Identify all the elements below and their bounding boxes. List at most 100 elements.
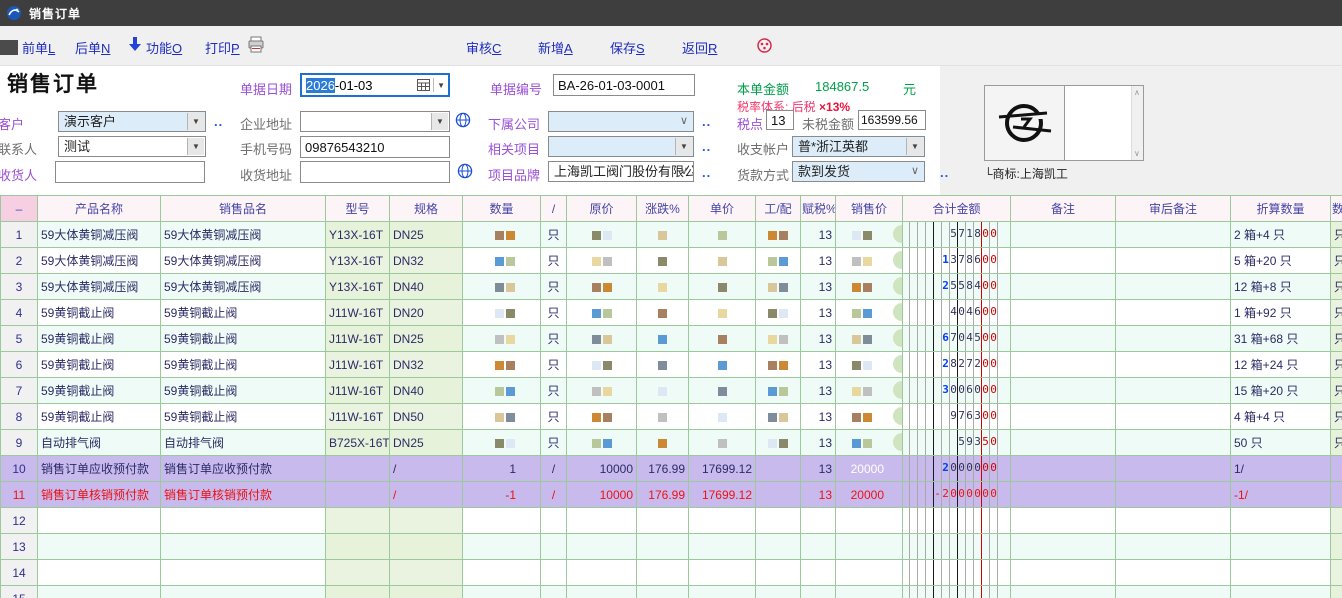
row-number[interactable]: 13: [1, 534, 38, 560]
cell-total-amount[interactable]: 1378600: [903, 248, 1011, 274]
cell-note[interactable]: [1011, 456, 1116, 482]
cell-product-name[interactable]: 59大体黄铜减压阀: [38, 274, 161, 300]
cell-clipped-qty[interactable]: 只: [1331, 222, 1342, 248]
cell-work-config[interactable]: [756, 560, 801, 586]
cell-spec[interactable]: [390, 586, 463, 598]
toolbar-button-O[interactable]: 功能O: [146, 38, 182, 57]
cell-tax-pct[interactable]: 13: [801, 300, 836, 326]
row-number[interactable]: 12: [1, 508, 38, 534]
cell-original-price[interactable]: [567, 248, 637, 274]
cell-tax-pct[interactable]: 13: [801, 378, 836, 404]
cell-original-price[interactable]: [567, 352, 637, 378]
cell-original-price[interactable]: [567, 404, 637, 430]
cell-work-config[interactable]: [756, 534, 801, 560]
cell-sell-price[interactable]: [836, 378, 903, 404]
cell-model[interactable]: Y13X-16T: [326, 248, 390, 274]
row-number[interactable]: 10: [1, 456, 38, 482]
seal-icon[interactable]: [757, 38, 772, 53]
cell-product-name[interactable]: [38, 534, 161, 560]
cell-work-config[interactable]: [756, 482, 801, 508]
globe-icon[interactable]: [455, 112, 471, 128]
cell-sale-name[interactable]: 销售订单应收预付款: [161, 456, 326, 482]
cell-audit-note[interactable]: [1116, 222, 1231, 248]
column-header-15[interactable]: 审后备注: [1116, 196, 1231, 222]
cell-model[interactable]: [326, 482, 390, 508]
column-header-1[interactable]: 产品名称: [38, 196, 161, 222]
cell-work-config[interactable]: [756, 404, 801, 430]
cell-change-pct[interactable]: [637, 508, 689, 534]
cell-converted-qty[interactable]: [1231, 560, 1331, 586]
cell-audit-note[interactable]: [1116, 300, 1231, 326]
cell-audit-note[interactable]: [1116, 248, 1231, 274]
cell-change-pct[interactable]: [637, 248, 689, 274]
cell-spec[interactable]: DN20: [390, 300, 463, 326]
ship-addr-input[interactable]: [300, 161, 450, 183]
cell-tax-pct[interactable]: 13: [801, 404, 836, 430]
cell-change-pct[interactable]: [637, 326, 689, 352]
cell-total-amount[interactable]: 2827200: [903, 352, 1011, 378]
cell-spec[interactable]: DN50: [390, 404, 463, 430]
cell-product-name[interactable]: 59黄铜截止阀: [38, 378, 161, 404]
cell-unit[interactable]: 只: [541, 248, 567, 274]
cell-note[interactable]: [1011, 274, 1116, 300]
cell-note[interactable]: [1011, 534, 1116, 560]
cell-model[interactable]: [326, 560, 390, 586]
dropdown-arrow-icon[interactable]: ▼: [675, 138, 692, 155]
cell-unit[interactable]: [541, 508, 567, 534]
cell-unit-price[interactable]: 17699.12: [689, 482, 756, 508]
cell-unit[interactable]: 只: [541, 378, 567, 404]
cell-quantity[interactable]: [463, 352, 541, 378]
cell-total-amount[interactable]: [903, 586, 1011, 598]
cell-product-name[interactable]: 销售订单应收预付款: [38, 456, 161, 482]
cell-spec[interactable]: /: [390, 482, 463, 508]
cell-unit-price[interactable]: [689, 534, 756, 560]
corp-addr-select[interactable]: ▼: [300, 111, 450, 132]
cell-tax-pct[interactable]: 13: [801, 456, 836, 482]
cell-product-name[interactable]: [38, 586, 161, 598]
cell-product-name[interactable]: 59黄铜截止阀: [38, 300, 161, 326]
cell-unit-price[interactable]: [689, 222, 756, 248]
cell-work-config[interactable]: [756, 352, 801, 378]
cell-spec[interactable]: DN32: [390, 352, 463, 378]
cell-total-amount[interactable]: [903, 534, 1011, 560]
cell-clipped-qty[interactable]: 只: [1331, 274, 1342, 300]
cell-total-amount[interactable]: [903, 508, 1011, 534]
cell-sale-name[interactable]: 59大体黄铜减压阀: [161, 222, 326, 248]
cell-change-pct[interactable]: [637, 586, 689, 598]
cell-original-price[interactable]: [567, 560, 637, 586]
cell-work-config[interactable]: [756, 274, 801, 300]
cell-change-pct[interactable]: [637, 404, 689, 430]
cell-converted-qty[interactable]: 1/: [1231, 456, 1331, 482]
cell-audit-note[interactable]: [1116, 378, 1231, 404]
cell-tax-pct[interactable]: 13: [801, 326, 836, 352]
cell-change-pct[interactable]: [637, 378, 689, 404]
column-header-5[interactable]: 数量: [463, 196, 541, 222]
cell-unit[interactable]: [541, 534, 567, 560]
payment-select[interactable]: 款到发货∨: [792, 161, 925, 182]
cell-tax-pct[interactable]: [801, 560, 836, 586]
cell-change-pct[interactable]: 176.99: [637, 482, 689, 508]
cell-unit-price[interactable]: [689, 378, 756, 404]
cell-model[interactable]: [326, 534, 390, 560]
cell-quantity[interactable]: [463, 534, 541, 560]
cell-clipped-qty[interactable]: 只: [1331, 300, 1342, 326]
cell-converted-qty[interactable]: 5 箱+20 只: [1231, 248, 1331, 274]
cell-converted-qty[interactable]: 4 箱+4 只: [1231, 404, 1331, 430]
cell-spec[interactable]: DN25: [390, 430, 463, 456]
cell-spec[interactable]: [390, 508, 463, 534]
column-header-2[interactable]: 销售品名: [161, 196, 326, 222]
cell-sell-price[interactable]: [836, 508, 903, 534]
row-number[interactable]: 15: [1, 586, 38, 598]
globe-icon[interactable]: [457, 163, 473, 179]
cell-converted-qty[interactable]: 12 箱+24 只: [1231, 352, 1331, 378]
cell-unit-price[interactable]: [689, 560, 756, 586]
cell-work-config[interactable]: [756, 378, 801, 404]
cell-sale-name[interactable]: 自动排气阀: [161, 430, 326, 456]
cell-quantity[interactable]: [463, 404, 541, 430]
row-number[interactable]: 5: [1, 326, 38, 352]
cell-change-pct[interactable]: [637, 222, 689, 248]
cell-spec[interactable]: [390, 534, 463, 560]
cell-unit[interactable]: 只: [541, 326, 567, 352]
cell-clipped-qty[interactable]: [1331, 456, 1342, 482]
cell-model[interactable]: Y13X-16T: [326, 222, 390, 248]
